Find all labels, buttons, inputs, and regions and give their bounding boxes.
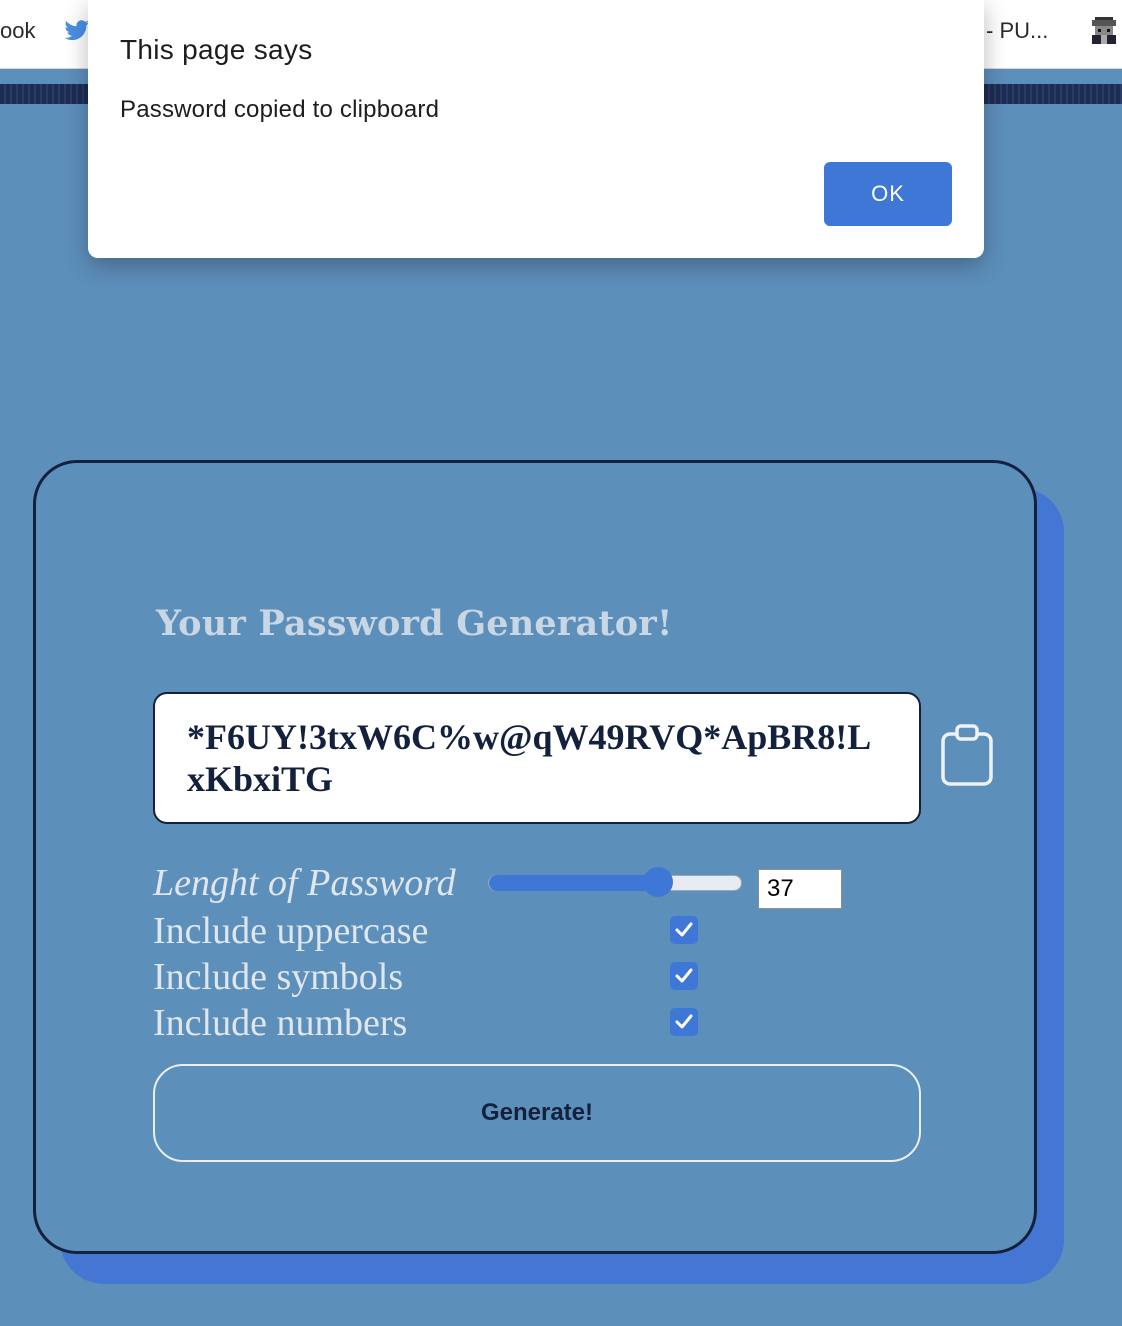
twitter-bird-icon[interactable] <box>64 20 90 42</box>
alert-dialog: This page says Password copied to clipbo… <box>88 0 984 258</box>
uppercase-checkbox[interactable] <box>670 916 698 944</box>
password-output-box[interactable]: *F6UY!3txW6C%w@qW49RVQ*ApBR8!LxKbxiTG <box>153 692 921 824</box>
symbols-checkbox[interactable] <box>670 962 698 990</box>
generated-password[interactable]: *F6UY!3txW6C%w@qW49RVQ*ApBR8!LxKbxiTG <box>187 716 887 800</box>
alert-title: This page says <box>120 34 313 65</box>
bookmark-item-right[interactable]: - PU... <box>986 18 1048 44</box>
pixel-avatar-icon[interactable] <box>1089 17 1119 47</box>
alert-message: Password copied to clipboard <box>120 96 440 123</box>
numbers-checkbox[interactable] <box>670 1008 698 1036</box>
length-label: Lenght of Password <box>153 862 456 904</box>
password-generator-card: Your Password Generator! *F6UY!3txW6C%w@… <box>33 460 1037 1254</box>
length-slider[interactable] <box>488 867 742 897</box>
numbers-label: Include numbers <box>153 1002 408 1044</box>
length-slider-thumb[interactable] <box>642 867 673 897</box>
symbols-label: Include symbols <box>153 956 404 998</box>
clipboard-icon <box>941 724 993 786</box>
generate-button[interactable]: Generate! <box>153 1064 921 1162</box>
bookmark-item-left[interactable]: ook <box>0 18 35 44</box>
checkmark-icon <box>675 1014 693 1029</box>
generator-title: Your Password Generator! <box>156 603 673 644</box>
checkmark-icon <box>675 922 693 937</box>
checkmark-icon <box>675 968 693 983</box>
length-slider-fill <box>489 875 658 891</box>
copy-clipboard-button[interactable] <box>939 724 995 788</box>
length-number-input[interactable] <box>758 869 842 909</box>
alert-ok-button[interactable]: OK <box>824 162 952 226</box>
uppercase-label: Include uppercase <box>153 910 429 952</box>
